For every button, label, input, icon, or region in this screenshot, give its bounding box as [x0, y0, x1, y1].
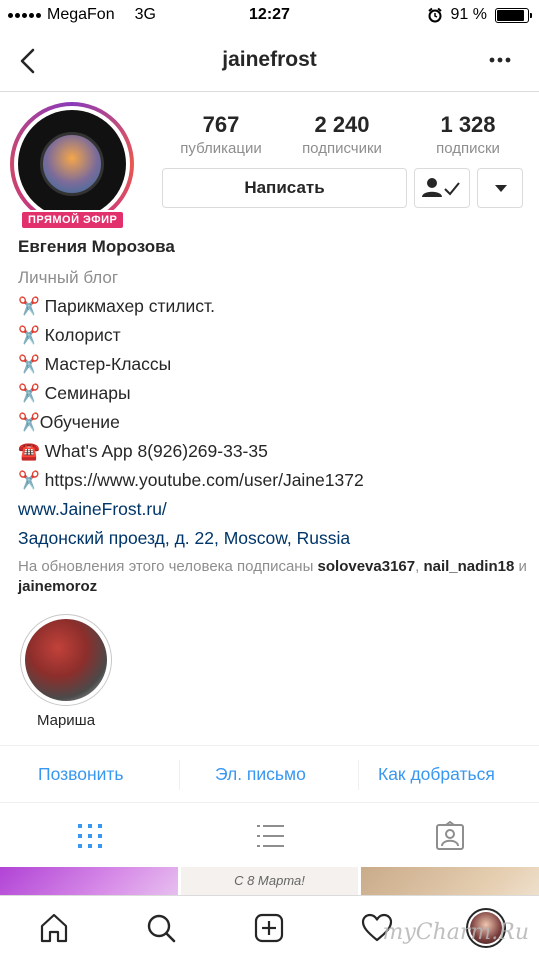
stat-posts-label: публикации	[180, 140, 262, 157]
bio-line: ✂️ https://www.youtube.com/user/Jaine137…	[18, 470, 364, 490]
caret-down-icon	[495, 185, 507, 192]
live-badge[interactable]: ПРЯМОЙ ЭФИР	[20, 210, 126, 230]
divider	[179, 760, 180, 790]
following-button[interactable]	[414, 168, 470, 208]
stat-following-label: подписки	[436, 140, 500, 157]
followed-by-separator: ,	[415, 558, 420, 575]
grid-view-icon[interactable]	[75, 821, 105, 851]
list-view-icon[interactable]	[255, 821, 285, 851]
alarm-icon	[427, 7, 442, 23]
avatar-border	[14, 106, 130, 222]
battery-percent: 91 %	[450, 6, 487, 23]
new-post-icon[interactable]	[253, 912, 285, 944]
bio-line: ✂️ Колорист	[18, 325, 121, 345]
call-button[interactable]: Позвонить	[38, 764, 124, 785]
stat-followers-value: 2 240	[314, 112, 370, 137]
avatar-image	[18, 110, 126, 218]
email-button[interactable]: Эл. письмо	[215, 764, 306, 785]
bio-line: ☎️ What's App 8(926)269-33-35	[18, 441, 268, 461]
contact-options: Позвонить Эл. письмо Как добраться	[0, 745, 539, 803]
tagged-photos-icon[interactable]	[435, 821, 465, 851]
bio-line: ✂️ Мастер-Классы	[18, 354, 172, 374]
search-icon[interactable]	[145, 912, 177, 944]
bio-line: ✂️Обучение	[18, 412, 120, 432]
profile-header: jainefrost	[0, 32, 539, 92]
bio-line: ✂️ Семинары	[18, 383, 131, 403]
stat-followers[interactable]: 2 240 подписчики	[282, 112, 402, 157]
followed-by-and: и	[514, 558, 527, 575]
website-link[interactable]: www.JaineFrost.ru/	[18, 495, 533, 524]
suggestions-dropdown-button[interactable]	[477, 168, 523, 208]
status-right: 91 %	[427, 6, 532, 24]
home-icon[interactable]	[38, 912, 70, 944]
profile-tabs	[0, 803, 539, 867]
full-name: Евгения Морозова	[18, 237, 175, 256]
highlight-label: Мариша	[36, 712, 96, 729]
followed-by-user[interactable]: nail_nadin18	[423, 558, 514, 575]
followed-by-user[interactable]: jainemoroz	[18, 578, 97, 595]
status-bar: MegaFon 3G 12:27 91 %	[0, 0, 539, 32]
stat-following[interactable]: 1 328 подписки	[408, 112, 528, 157]
stat-posts[interactable]: 767 публикации	[160, 112, 282, 157]
followed-by-text: На обновления этого человека подписаны s…	[18, 557, 533, 597]
avatar-photo	[40, 132, 104, 196]
battery-icon	[495, 7, 532, 23]
message-button[interactable]: Написать	[162, 168, 407, 208]
profile-avatar[interactable]	[10, 102, 134, 226]
story-highlight[interactable]	[20, 614, 112, 706]
post-caption-art: С 8 Марта!	[234, 873, 305, 888]
username-title: jainefrost	[222, 48, 317, 71]
watermark-logo: myCharm.Ru	[382, 920, 529, 945]
followed-by-prefix: На обновления этого человека подписаны	[18, 558, 318, 575]
profile-bio: Евгения Морозова Личный блог ✂️ Парикмах…	[18, 237, 533, 597]
battery-fill	[497, 9, 525, 21]
bio-line: ✂️ Парикмахер стилист.	[18, 296, 215, 316]
user-check-icon	[422, 178, 460, 197]
stat-posts-value: 767	[202, 112, 240, 137]
directions-button[interactable]: Как добраться	[378, 764, 495, 785]
stat-following-value: 1 328	[440, 112, 496, 137]
profile-category: Личный блог	[18, 268, 119, 287]
followed-by-user[interactable]: soloveva3167	[318, 558, 416, 575]
divider	[358, 760, 359, 790]
stat-followers-label: подписчики	[302, 140, 382, 157]
address-link[interactable]: Задонский проезд, д. 22, Moscow, Russia	[18, 524, 533, 553]
highlight-cover	[25, 619, 107, 701]
more-options-icon[interactable]	[487, 48, 513, 72]
